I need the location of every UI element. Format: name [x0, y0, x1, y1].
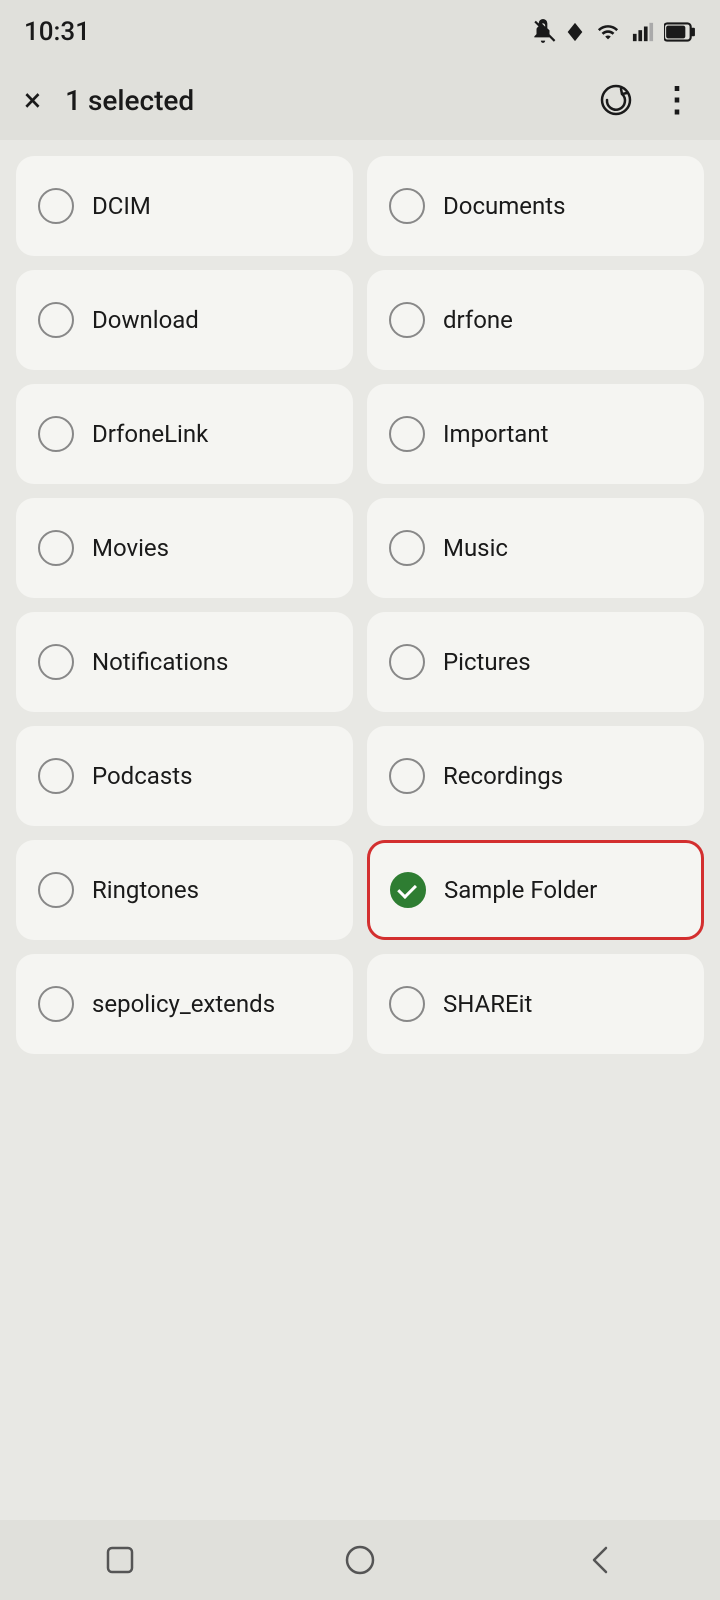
folder-item-recordings[interactable]: Recordings	[367, 726, 704, 826]
recents-button[interactable]	[335, 1535, 385, 1585]
location-icon	[564, 21, 586, 43]
back-button[interactable]	[575, 1535, 625, 1585]
home-button[interactable]	[95, 1535, 145, 1585]
radio-download	[38, 302, 74, 338]
radio-documents	[389, 188, 425, 224]
folder-name-drfonelink: DrfoneLink	[92, 420, 208, 448]
folder-item-sepolicy[interactable]: sepolicy_extends	[16, 954, 353, 1054]
folder-name-recordings: Recordings	[443, 762, 563, 790]
signal-icon	[630, 21, 656, 43]
folder-item-movies[interactable]: Movies	[16, 498, 353, 598]
folder-item-sample-folder[interactable]: Sample Folder	[367, 840, 704, 940]
folder-grid-container: DCIM Documents Download drfone DrfoneLink Imp…	[0, 140, 720, 1520]
radio-drfonelink	[38, 416, 74, 452]
folder-item-drfone[interactable]: drfone	[367, 270, 704, 370]
folder-grid: DCIM Documents Download drfone DrfoneLink Imp…	[16, 156, 704, 1054]
radio-music	[389, 530, 425, 566]
folder-item-podcasts[interactable]: Podcasts	[16, 726, 353, 826]
folder-name-music: Music	[443, 534, 508, 562]
folder-item-important[interactable]: Important	[367, 384, 704, 484]
folder-name-ringtones: Ringtones	[92, 876, 199, 904]
folder-name-sample-folder: Sample Folder	[444, 876, 597, 904]
folder-item-download[interactable]: Download	[16, 270, 353, 370]
radio-important	[389, 416, 425, 452]
radio-podcasts	[38, 758, 74, 794]
folder-name-notifications: Notifications	[92, 648, 228, 676]
radio-movies	[38, 530, 74, 566]
folder-name-sepolicy: sepolicy_extends	[92, 990, 275, 1018]
folder-name-drfone: drfone	[443, 306, 513, 334]
folder-name-shareit: SHAREit	[443, 990, 532, 1018]
folder-name-pictures: Pictures	[443, 648, 531, 676]
wifi-icon	[594, 21, 622, 43]
battery-icon	[664, 21, 696, 43]
folder-name-important: Important	[443, 420, 548, 448]
radio-drfone	[389, 302, 425, 338]
folder-name-movies: Movies	[92, 534, 169, 562]
folder-name-documents: Documents	[443, 192, 566, 220]
radio-dcim	[38, 188, 74, 224]
action-bar-actions: ⋮	[596, 80, 696, 120]
radio-sample-folder	[390, 872, 426, 908]
folder-name-download: Download	[92, 306, 199, 334]
folder-item-ringtones[interactable]: Ringtones	[16, 840, 353, 940]
folder-item-music[interactable]: Music	[367, 498, 704, 598]
sync-icon[interactable]	[596, 80, 636, 120]
folder-item-documents[interactable]: Documents	[367, 156, 704, 256]
folder-name-podcasts: Podcasts	[92, 762, 192, 790]
bottom-nav	[0, 1520, 720, 1600]
radio-recordings	[389, 758, 425, 794]
folder-item-drfonelink[interactable]: DrfoneLink	[16, 384, 353, 484]
mute-icon	[530, 19, 556, 45]
status-time: 10:31	[24, 17, 90, 47]
status-bar: 10:31	[0, 0, 720, 60]
radio-ringtones	[38, 872, 74, 908]
selection-count: 1 selected	[65, 84, 572, 117]
action-bar: × 1 selected ⋮	[0, 60, 720, 140]
close-button[interactable]: ×	[24, 81, 41, 119]
more-options-button[interactable]: ⋮	[660, 80, 696, 120]
radio-shareit	[389, 986, 425, 1022]
folder-name-dcim: DCIM	[92, 192, 151, 220]
radio-notifications	[38, 644, 74, 680]
folder-item-notifications[interactable]: Notifications	[16, 612, 353, 712]
status-icons	[530, 19, 696, 45]
radio-sepolicy	[38, 986, 74, 1022]
folder-item-dcim[interactable]: DCIM	[16, 156, 353, 256]
folder-item-shareit[interactable]: SHAREit	[367, 954, 704, 1054]
folder-item-pictures[interactable]: Pictures	[367, 612, 704, 712]
radio-pictures	[389, 644, 425, 680]
